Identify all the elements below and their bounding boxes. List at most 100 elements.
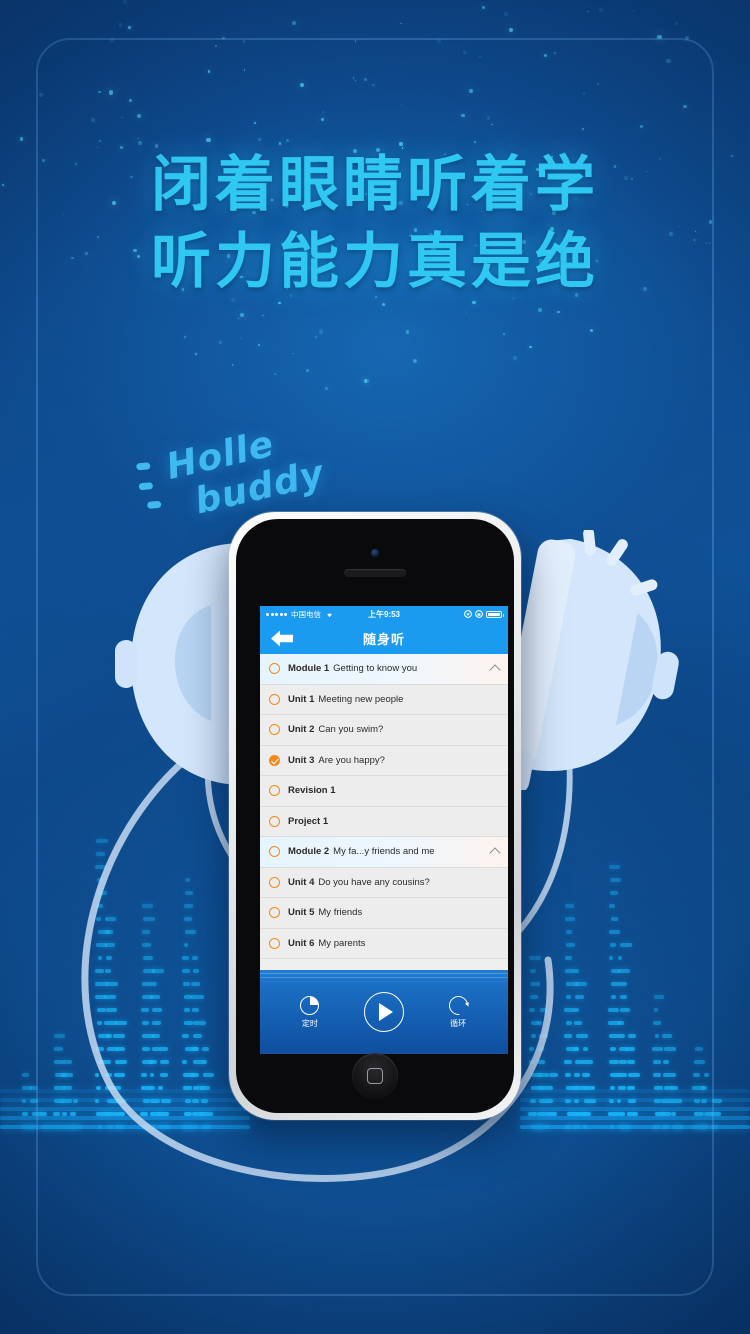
clock-label: 上午9:53 bbox=[368, 609, 401, 619]
row-prefix: Unit 6 bbox=[288, 937, 315, 949]
equalizer-dot bbox=[21, 1125, 34, 1129]
equalizer-dot bbox=[21, 1086, 32, 1090]
row-prefix: Unit 5 bbox=[288, 907, 315, 919]
row-label: Revision 1 bbox=[288, 785, 340, 796]
unchecked-circle-icon[interactable] bbox=[269, 693, 280, 705]
wifi-icon bbox=[327, 613, 332, 618]
row-label: Unit 1 Meeting new people bbox=[288, 694, 403, 705]
headphone-earcup-right bbox=[499, 527, 683, 794]
battery-icon bbox=[486, 610, 505, 618]
unit-row[interactable]: Unit 6 My parents bbox=[260, 928, 508, 959]
headline-line-2: 听力能力真是绝 bbox=[151, 226, 599, 297]
row-label: Project 1 bbox=[288, 816, 332, 827]
phone-mockup: 中国电信 上午9:53 随身听 Module 1 Getting to know… bbox=[229, 512, 521, 1120]
back-arrow-icon bbox=[271, 630, 293, 647]
equalizer-dot bbox=[22, 1112, 28, 1116]
loop-label: 循环 bbox=[450, 1018, 467, 1028]
unit-row[interactable]: Unit 5 My friends bbox=[260, 898, 508, 929]
particle-dot bbox=[19, 137, 24, 141]
particle-dot bbox=[482, 5, 486, 9]
location-arrow-icon bbox=[464, 610, 472, 618]
lesson-list[interactable]: Module 1 Getting to know you Unit 1 Meeting… bbox=[260, 654, 508, 970]
headline-line-1: 闭着眼睛听着学 bbox=[151, 150, 599, 220]
row-label: Unit 3 Are you happy? bbox=[288, 755, 385, 766]
play-button[interactable] bbox=[363, 992, 404, 1032]
chevron-up-icon[interactable] bbox=[489, 847, 501, 859]
front-camera-icon bbox=[371, 549, 379, 557]
unchecked-circle-icon[interactable] bbox=[269, 724, 280, 736]
particle-dot bbox=[128, 26, 131, 29]
row-prefix: Revision 1 bbox=[288, 785, 336, 797]
unit-row[interactable]: Unit 4 Do you have any cousins? bbox=[260, 867, 508, 898]
particle-dot bbox=[632, 10, 635, 12]
unchecked-circle-icon[interactable] bbox=[269, 937, 280, 949]
row-title: Do you have any cousins? bbox=[318, 876, 430, 888]
row-title: Can you swim? bbox=[318, 724, 384, 736]
row-prefix: Module 2 bbox=[288, 846, 330, 858]
unchecked-circle-icon[interactable] bbox=[269, 815, 280, 827]
module-row[interactable]: Module 1 Getting to know you bbox=[260, 654, 508, 685]
app-screen: 中国电信 上午9:53 随身听 Module 1 Getting to know… bbox=[260, 606, 508, 1054]
home-button-icon bbox=[367, 1068, 383, 1084]
row-prefix: Unit 1 bbox=[288, 693, 315, 705]
unchecked-circle-icon[interactable] bbox=[269, 846, 280, 858]
row-title: My friends bbox=[318, 907, 363, 919]
row-title: Getting to know you bbox=[333, 663, 418, 675]
unchecked-circle-icon[interactable] bbox=[269, 663, 280, 675]
row-prefix: Unit 2 bbox=[288, 724, 315, 736]
row-label: Module 1 Getting to know you bbox=[288, 663, 417, 674]
clock-icon bbox=[300, 995, 320, 1015]
row-title: Meeting new people bbox=[318, 693, 404, 705]
particle-dot bbox=[504, 12, 508, 16]
signal-strength-icon bbox=[266, 612, 287, 616]
row-title: My parents bbox=[318, 937, 366, 949]
row-prefix: Unit 4 bbox=[288, 876, 315, 888]
poster-canvas: 闭着眼睛听着学 听力能力真是绝 Holle buddy 中国电信 上午9:53 … bbox=[0, 0, 750, 1334]
particle-dot bbox=[118, 23, 123, 27]
equalizer-dot bbox=[21, 1073, 30, 1077]
row-prefix: Project 1 bbox=[288, 815, 329, 827]
checked-circle-icon[interactable] bbox=[269, 754, 280, 766]
unit-row[interactable]: Unit 2 Can you swim? bbox=[260, 715, 508, 746]
row-label: Unit 2 Can you swim? bbox=[288, 724, 383, 735]
loop-icon bbox=[444, 991, 472, 1019]
status-bar-left: 中国电信 bbox=[266, 609, 368, 620]
status-bar: 中国电信 上午9:53 bbox=[260, 606, 508, 622]
unchecked-circle-icon[interactable] bbox=[269, 876, 280, 888]
chevron-up-icon[interactable] bbox=[489, 664, 501, 676]
earpiece-speaker bbox=[344, 569, 406, 577]
rotation-lock-icon bbox=[475, 610, 483, 618]
row-prefix: Unit 3 bbox=[288, 754, 315, 766]
unit-row[interactable]: Project 1 bbox=[260, 806, 508, 837]
unchecked-circle-icon[interactable] bbox=[269, 785, 280, 797]
back-button[interactable] bbox=[270, 629, 296, 648]
loop-button[interactable]: 循环 bbox=[444, 991, 472, 1029]
row-label: Unit 4 Do you have any cousins? bbox=[288, 877, 430, 888]
row-prefix: Module 1 bbox=[288, 663, 330, 675]
particle-dot bbox=[123, 0, 127, 4]
player-controls: 定时 循环 bbox=[260, 970, 508, 1054]
row-title: Are you happy? bbox=[318, 754, 385, 766]
particle-dot bbox=[508, 28, 513, 33]
row-label: Unit 5 My friends bbox=[288, 907, 362, 918]
unit-row[interactable]: Unit 3 Are you happy? bbox=[260, 745, 508, 776]
row-label: Unit 6 My parents bbox=[288, 938, 365, 949]
particle-dot bbox=[292, 21, 297, 25]
unit-row[interactable]: Unit 1 Meeting new people bbox=[260, 684, 508, 715]
unit-row[interactable]: Revision 1 bbox=[260, 776, 508, 807]
carrier-label: 中国电信 bbox=[291, 609, 321, 619]
row-label: Module 2 My fa...y friends and me bbox=[288, 846, 435, 857]
particle-dot bbox=[400, 22, 402, 25]
clock-pie bbox=[309, 997, 318, 1005]
unchecked-circle-icon[interactable] bbox=[269, 907, 280, 919]
module-row[interactable]: Module 2 My fa...y friends and me bbox=[260, 837, 508, 868]
sticker-dash-2 bbox=[138, 482, 154, 491]
sticker-dash-3 bbox=[146, 500, 162, 509]
row-title: My fa...y friends and me bbox=[333, 846, 435, 858]
home-button[interactable] bbox=[352, 1053, 398, 1099]
status-bar-right bbox=[400, 610, 505, 618]
navigation-bar: 随身听 bbox=[260, 622, 508, 654]
timer-button[interactable]: 定时 bbox=[300, 995, 320, 1029]
equalizer-dot bbox=[21, 1099, 27, 1103]
page-title: 闭着眼睛听着学 听力能力真是绝 bbox=[0, 150, 750, 298]
